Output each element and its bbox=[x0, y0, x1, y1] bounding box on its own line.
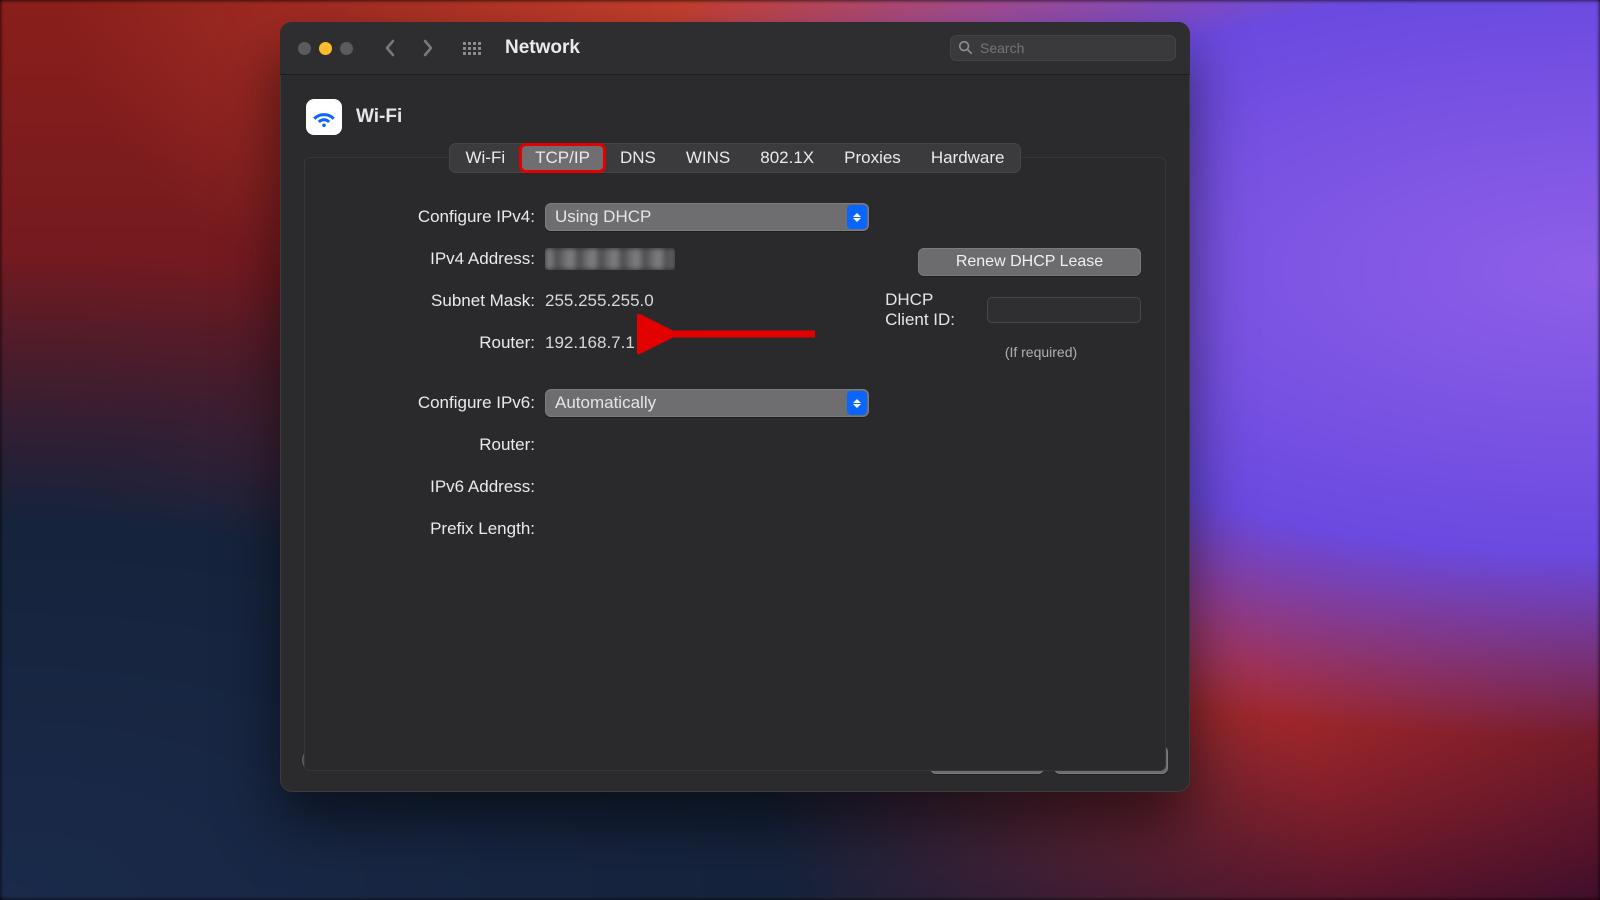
close-window-button[interactable] bbox=[298, 42, 311, 55]
tab-bar: Wi-Fi TCP/IP DNS WINS 802.1X Proxies Har… bbox=[304, 143, 1166, 173]
window-toolbar: Network bbox=[280, 22, 1190, 75]
ipv6-router-label: Router: bbox=[329, 435, 545, 455]
network-preferences-window: Network Wi-Fi Wi-Fi TCP/IP DNS WINS 802.… bbox=[280, 22, 1190, 792]
ipv4-router-value: 192.168.7.1 bbox=[545, 333, 635, 353]
ipv4-address-label: IPv4 Address: bbox=[329, 249, 545, 269]
select-stepper-icon bbox=[847, 391, 867, 415]
configure-ipv4-value: Using DHCP bbox=[555, 207, 651, 227]
configure-ipv4-label: Configure IPv4: bbox=[329, 207, 545, 227]
configure-ipv6-value: Automatically bbox=[555, 393, 656, 413]
tab-wins[interactable]: WINS bbox=[672, 145, 744, 171]
search-input[interactable] bbox=[978, 39, 1168, 57]
search-field[interactable] bbox=[950, 35, 1176, 61]
tab-proxies[interactable]: Proxies bbox=[830, 145, 915, 171]
traffic-lights bbox=[298, 42, 353, 55]
nav-forward-button[interactable] bbox=[413, 33, 443, 63]
select-stepper-icon bbox=[847, 205, 867, 229]
ipv6-prefix-length-label: Prefix Length: bbox=[329, 519, 545, 539]
ipv4-address-value-redacted bbox=[545, 248, 675, 270]
configure-ipv6-select[interactable]: Automatically bbox=[545, 389, 869, 417]
ipv4-router-label: Router: bbox=[329, 333, 545, 353]
dhcp-client-id-input[interactable] bbox=[987, 297, 1141, 323]
tab-8021x[interactable]: 802.1X bbox=[746, 145, 828, 171]
tcpip-panel: Renew DHCP Lease DHCP Client ID: (If req… bbox=[304, 157, 1166, 771]
zoom-window-button[interactable] bbox=[340, 42, 353, 55]
ipv6-address-label: IPv6 Address: bbox=[329, 477, 545, 497]
dhcp-client-id-label: DHCP Client ID: bbox=[885, 290, 979, 330]
search-icon bbox=[958, 40, 972, 57]
minimize-window-button[interactable] bbox=[319, 42, 332, 55]
tab-dns[interactable]: DNS bbox=[606, 145, 670, 171]
show-all-prefs-button[interactable] bbox=[457, 33, 487, 63]
configure-ipv4-select[interactable]: Using DHCP bbox=[545, 203, 869, 231]
tab-wifi[interactable]: Wi-Fi bbox=[451, 145, 519, 171]
service-title: Wi-Fi bbox=[356, 106, 402, 128]
subnet-mask-value: 255.255.255.0 bbox=[545, 291, 654, 311]
configure-ipv6-label: Configure IPv6: bbox=[329, 393, 545, 413]
grid-icon bbox=[463, 42, 481, 55]
tab-tcpip[interactable]: TCP/IP bbox=[521, 145, 604, 171]
renew-dhcp-button[interactable]: Renew DHCP Lease bbox=[918, 248, 1141, 276]
wifi-icon bbox=[306, 99, 342, 135]
preferences-body: Wi-Fi Wi-Fi TCP/IP DNS WINS 802.1X Proxi… bbox=[280, 75, 1190, 771]
service-header: Wi-Fi bbox=[306, 99, 1166, 135]
tab-segmented-control: Wi-Fi TCP/IP DNS WINS 802.1X Proxies Har… bbox=[449, 143, 1020, 173]
subnet-mask-label: Subnet Mask: bbox=[329, 291, 545, 311]
nav-back-button[interactable] bbox=[375, 33, 405, 63]
window-title: Network bbox=[505, 37, 580, 59]
tab-hardware[interactable]: Hardware bbox=[917, 145, 1019, 171]
